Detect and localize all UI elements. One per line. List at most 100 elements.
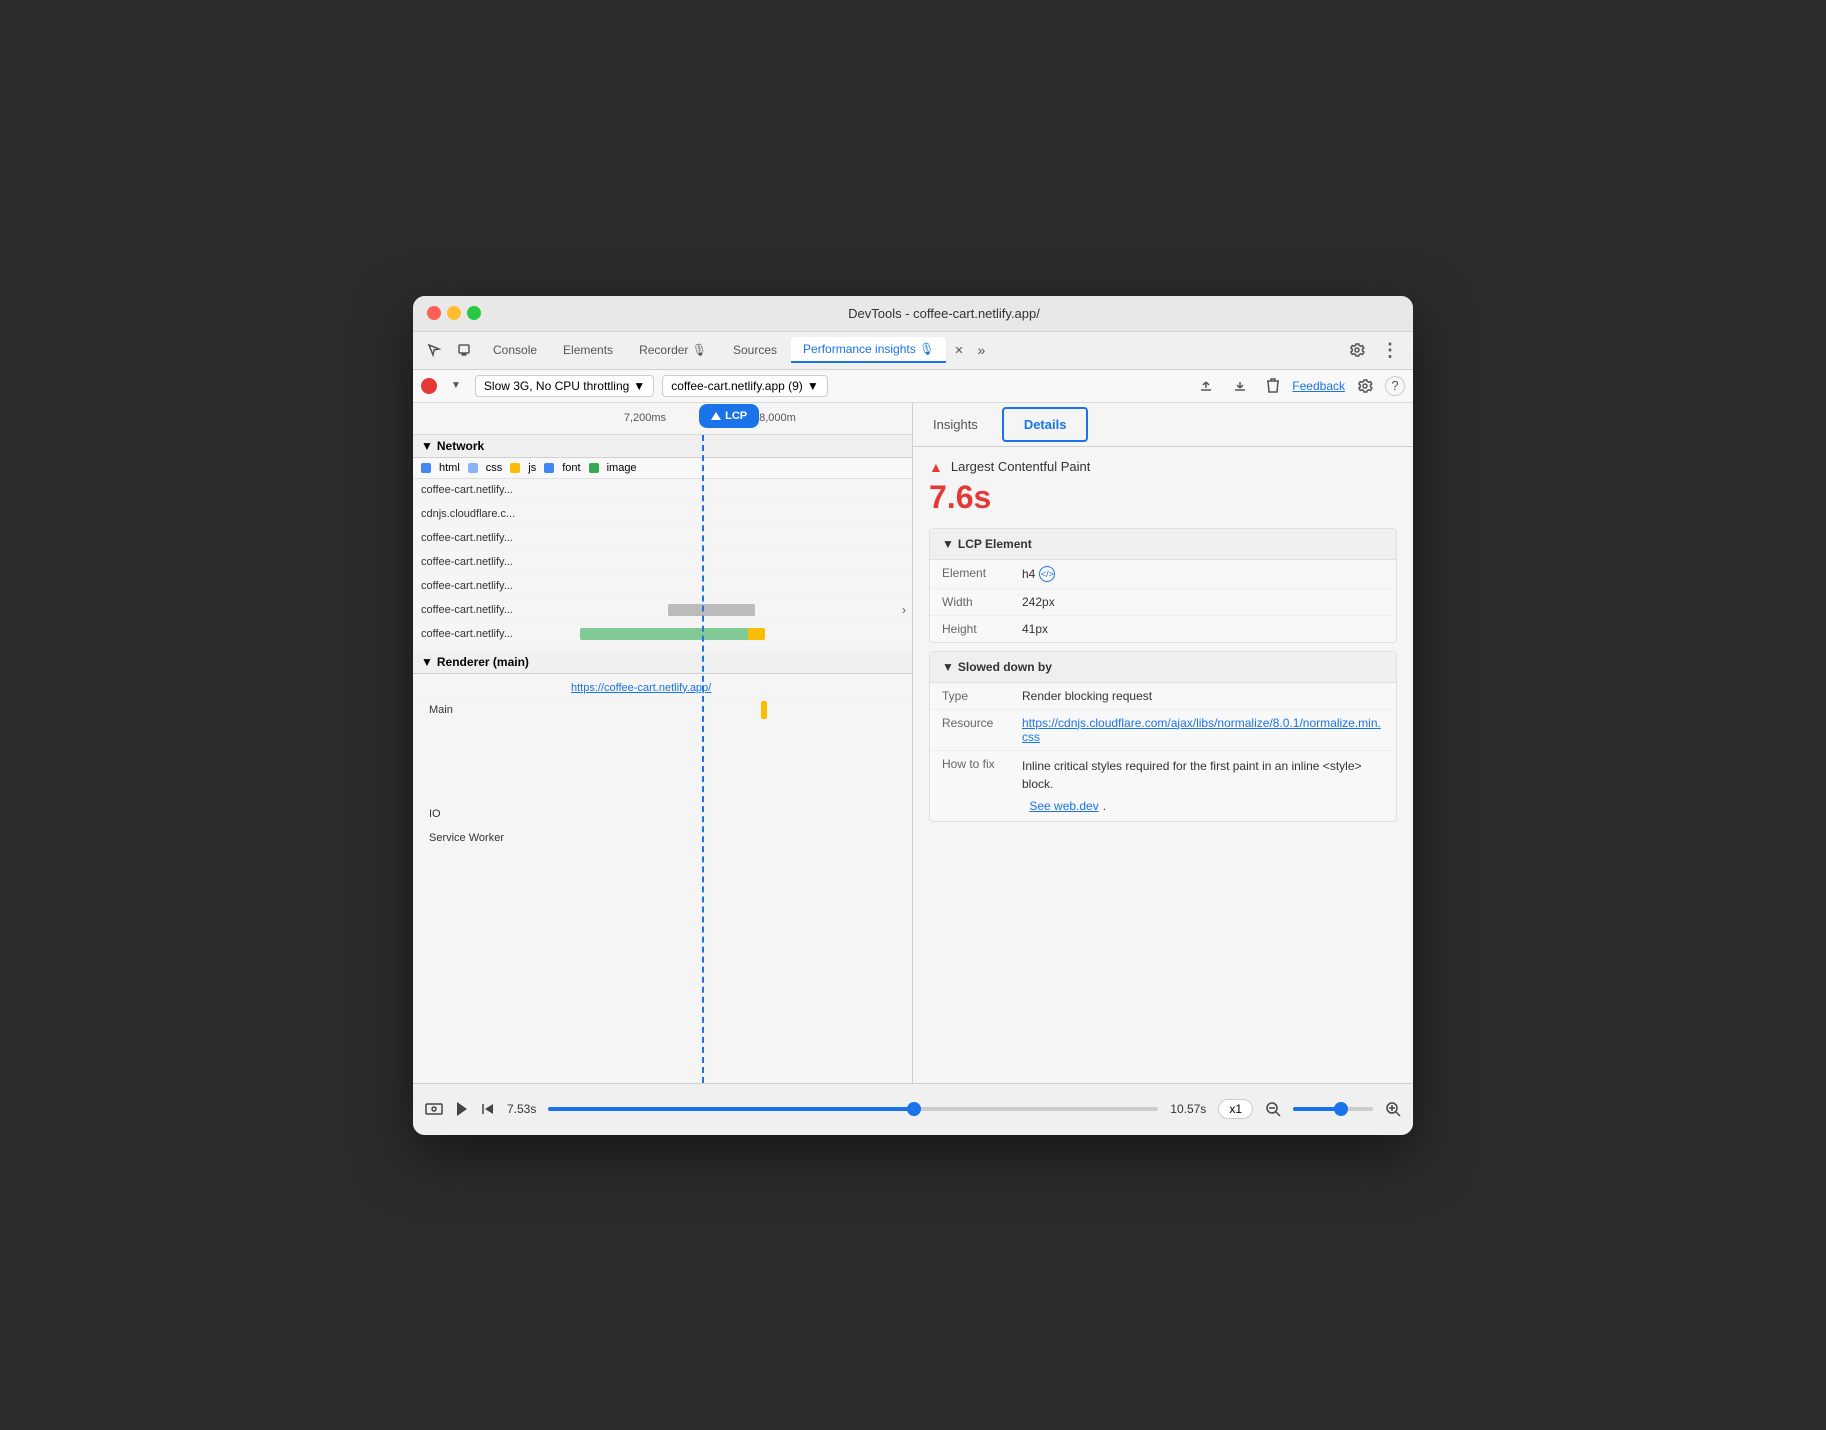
more-tabs-btn[interactable]: » <box>972 338 992 362</box>
renderer-row-empty2 <box>413 762 912 802</box>
network-bar-area <box>563 527 912 550</box>
io-label: IO <box>421 808 571 820</box>
tab-elements[interactable]: Elements <box>551 338 625 362</box>
play-btn[interactable] <box>455 1101 469 1117</box>
network-row-label: coffee-cart.netlify... <box>413 556 563 568</box>
network-row: coffee-cart.netlify... <box>413 479 912 503</box>
more-options-btn[interactable]: ⋮ <box>1375 336 1405 365</box>
zoom-out-btn[interactable] <box>1265 1101 1281 1117</box>
record-dropdown-btn[interactable]: ▼ <box>445 376 467 395</box>
renderer-row-io: IO <box>413 802 912 826</box>
css-legend-dot <box>468 463 478 473</box>
lcp-element-header-text: LCP Element <box>958 537 1032 551</box>
how-to-fix-text: Inline critical styles required for the … <box>1022 757 1384 793</box>
scrubber-thumb <box>907 1102 921 1116</box>
instance-dropdown[interactable]: coffee-cart.netlify.app (9) ▼ <box>662 375 828 397</box>
device-icon-btn[interactable] <box>451 339 477 361</box>
dropdown-arrow: ▼ <box>633 379 645 393</box>
resource-label: Resource <box>942 716 1022 744</box>
element-row: Element h4 </> <box>930 560 1396 589</box>
zoom-in-btn[interactable] <box>1385 1101 1401 1117</box>
upload-icon-btn[interactable] <box>1192 374 1220 398</box>
lcp-title-text: Largest Contentful Paint <box>951 459 1090 474</box>
traffic-lights <box>427 306 481 320</box>
insights-tabs: Insights Details <box>913 403 1413 447</box>
type-value: Render blocking request <box>1022 689 1152 703</box>
image-legend-label: image <box>607 462 637 474</box>
image-legend-dot <box>589 463 599 473</box>
network-label: Network <box>437 439 484 453</box>
timeline-header: 7,200ms 8,000m LCP <box>413 403 912 435</box>
zoom-thumb <box>1334 1102 1348 1116</box>
close-button[interactable] <box>427 306 441 320</box>
resource-value: https://cdnjs.cloudflare.com/ajax/libs/n… <box>1022 716 1384 744</box>
see-webdev-link[interactable]: See web.dev <box>1029 797 1098 815</box>
speed-button[interactable]: x1 <box>1218 1099 1253 1119</box>
network-section-header: ▼ Network <box>413 435 912 458</box>
renderer-url-link[interactable]: https://coffee-cart.netlify.app/ <box>563 678 719 697</box>
network-row: cdnjs.cloudflare.c... <box>413 503 912 527</box>
skip-start-btn[interactable] <box>481 1102 495 1116</box>
element-inspect-icon[interactable]: </> <box>1039 566 1055 582</box>
maximize-button[interactable] <box>467 306 481 320</box>
record-button[interactable] <box>421 378 437 394</box>
network-row: coffee-cart.netlify... <box>413 623 912 647</box>
element-label: Element <box>942 566 1022 582</box>
tab-bar: Console Elements Recorder 🎙 Sources Perf… <box>413 332 1413 370</box>
tab-sources[interactable]: Sources <box>721 338 789 362</box>
scrubber[interactable] <box>548 1107 1158 1111</box>
time-start-display: 7.53s <box>507 1102 536 1116</box>
left-panel: 7,200ms 8,000m LCP ▼ Network <box>413 403 913 1083</box>
delete-icon-btn[interactable] <box>1260 374 1286 398</box>
network-collapse-icon[interactable]: ▼ <box>421 439 433 453</box>
zoom-slider[interactable] <box>1293 1107 1373 1111</box>
width-label: Width <box>942 595 1022 609</box>
question-icon-btn[interactable]: ? <box>1385 376 1405 396</box>
feedback-link[interactable]: Feedback <box>1292 379 1345 393</box>
settings2-icon-btn[interactable] <box>1351 374 1379 398</box>
cursor-icon-btn[interactable] <box>421 339 447 361</box>
lcp-title-row: ▲ Largest Contentful Paint <box>929 459 1397 475</box>
network-bar-area <box>563 623 912 646</box>
tab-recorder[interactable]: Recorder 🎙 <box>627 338 719 362</box>
playback-bar: 7.53s 10.57s x1 <box>413 1083 1413 1135</box>
renderer-collapse-icon[interactable]: ▼ <box>421 655 433 669</box>
resource-link[interactable]: https://cdnjs.cloudflare.com/ajax/libs/n… <box>1022 716 1384 744</box>
devtools-window: DevTools - coffee-cart.netlify.app/ Cons… <box>413 296 1413 1135</box>
js-legend-label: js <box>528 462 536 474</box>
renderer-link-row: https://coffee-cart.netlify.app/ <box>413 674 912 698</box>
tab-insights[interactable]: Insights <box>913 403 998 446</box>
renderer-label: Renderer (main) <box>437 655 529 669</box>
network-row-label: coffee-cart.netlify... <box>413 532 563 544</box>
main-bar-area <box>571 701 904 719</box>
lcp-badge: LCP <box>701 406 757 426</box>
font-legend-dot <box>544 463 554 473</box>
minimize-button[interactable] <box>447 306 461 320</box>
tab-console[interactable]: Console <box>481 338 549 362</box>
screenshot-view-btn[interactable] <box>425 1101 443 1117</box>
close-tab-btn[interactable]: ✕ <box>948 340 969 361</box>
window-title: DevTools - coffee-cart.netlify.app/ <box>489 306 1399 321</box>
font-legend-label: font <box>562 462 580 474</box>
tab-performance-insights[interactable]: Performance insights 🎙 <box>791 337 946 363</box>
slowed-down-section: ▼ Slowed down by Type Render blocking re… <box>929 651 1397 822</box>
main-content: 7,200ms 8,000m LCP ▼ Network <box>413 403 1413 1083</box>
tab-details[interactable]: Details <box>1002 407 1089 442</box>
slowed-header-text: Slowed down by <box>958 660 1052 674</box>
time-7200: 7,200ms <box>624 412 666 424</box>
expand-row-btn[interactable]: › <box>896 599 912 621</box>
throttle-dropdown[interactable]: Slow 3G, No CPU throttling ▼ <box>475 375 654 397</box>
width-row: Width 242px <box>930 589 1396 616</box>
height-label: Height <box>942 622 1022 636</box>
warning-triangle-icon: ▲ <box>929 459 943 475</box>
type-label: Type <box>942 689 1022 703</box>
network-row-label: coffee-cart.netlify... <box>413 628 563 640</box>
titlebar: DevTools - coffee-cart.netlify.app/ <box>413 296 1413 332</box>
download-icon-btn[interactable] <box>1226 374 1254 398</box>
main-label: Main <box>421 704 571 716</box>
how-to-fix-label: How to fix <box>942 757 1022 815</box>
js-legend-dot <box>510 463 520 473</box>
time-end-display: 10.57s <box>1170 1102 1206 1116</box>
settings-icon-btn[interactable] <box>1343 338 1371 362</box>
subbar-actions: Feedback ? <box>1192 374 1405 398</box>
